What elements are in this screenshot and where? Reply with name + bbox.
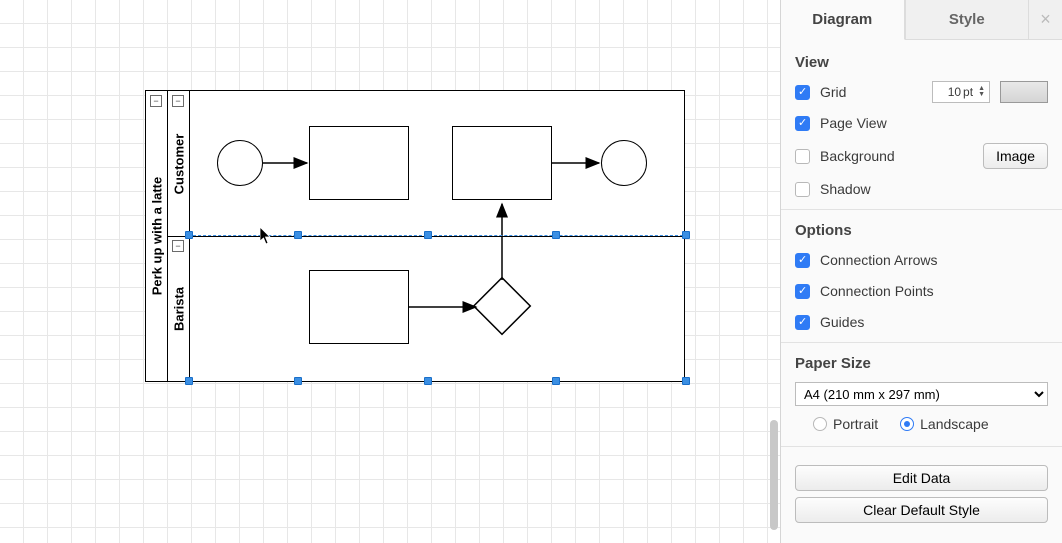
background-image-button[interactable]: Image: [983, 143, 1048, 169]
resize-handle[interactable]: [185, 377, 193, 385]
pageview-label: Page View: [820, 115, 1048, 131]
grid-label: Grid: [820, 84, 922, 100]
grid-color-swatch[interactable]: [1000, 81, 1048, 103]
tab-diagram[interactable]: Diagram: [781, 0, 905, 40]
grid-size-stepper[interactable]: ▲▼: [978, 86, 985, 98]
bpmn-pool[interactable]: − Perk up with a latte − Customer − Bari…: [145, 90, 685, 382]
end-event[interactable]: [601, 140, 647, 186]
task-3[interactable]: [309, 270, 409, 344]
background-checkbox[interactable]: [795, 149, 810, 164]
grid-checkbox[interactable]: [795, 85, 810, 100]
sidebar-tabs: Diagram Style ×: [781, 0, 1062, 40]
resize-handle[interactable]: [552, 377, 560, 385]
section-heading-papersize: Paper Size: [795, 355, 1048, 372]
guides-checkbox[interactable]: [795, 315, 810, 330]
pageview-checkbox[interactable]: [795, 116, 810, 131]
landscape-label: Landscape: [920, 416, 989, 432]
pool-collapse-toggle[interactable]: −: [150, 95, 162, 107]
background-label: Background: [820, 148, 973, 164]
pool-title-column[interactable]: − Perk up with a latte: [146, 91, 168, 381]
grid-size-input[interactable]: 10 pt ▲▼: [932, 81, 990, 103]
lane-barista[interactable]: − Barista: [168, 236, 684, 381]
section-divider: [781, 209, 1062, 210]
pool-title: Perk up with a latte: [149, 177, 164, 295]
resize-handle[interactable]: [424, 231, 432, 239]
lane-title-barista: Barista: [171, 286, 186, 330]
resize-handle[interactable]: [294, 377, 302, 385]
selection-outline: [188, 235, 688, 236]
paper-size-select[interactable]: A4 (210 mm x 297 mm): [795, 382, 1048, 406]
guides-label: Guides: [820, 314, 1048, 330]
lane-collapse-toggle[interactable]: −: [172, 240, 184, 252]
resize-handle[interactable]: [682, 231, 690, 239]
edit-data-button[interactable]: Edit Data: [795, 465, 1048, 491]
vertical-scrollbar[interactable]: [770, 420, 778, 530]
resize-handle[interactable]: [682, 377, 690, 385]
section-heading-view: View: [795, 54, 1048, 71]
section-heading-options: Options: [795, 222, 1048, 239]
resize-handle[interactable]: [552, 231, 560, 239]
portrait-radio[interactable]: [813, 417, 827, 431]
gateway-diamond[interactable]: [474, 278, 530, 334]
connection-arrows-checkbox[interactable]: [795, 253, 810, 268]
resize-handle[interactable]: [185, 231, 193, 239]
shadow-checkbox[interactable]: [795, 182, 810, 197]
landscape-radio[interactable]: [900, 417, 914, 431]
resize-handle[interactable]: [294, 231, 302, 239]
lane-title-customer: Customer: [171, 133, 186, 194]
tab-style[interactable]: Style: [905, 0, 1029, 39]
task-2[interactable]: [452, 126, 552, 200]
task-1[interactable]: [309, 126, 409, 200]
section-divider: [781, 446, 1062, 447]
lane-collapse-toggle[interactable]: −: [172, 95, 184, 107]
connection-points-label: Connection Points: [820, 283, 1048, 299]
close-icon[interactable]: ×: [1028, 0, 1062, 39]
format-sidebar: Diagram Style × View Grid 10 pt ▲▼ Page …: [780, 0, 1062, 543]
start-event[interactable]: [217, 140, 263, 186]
portrait-label: Portrait: [833, 416, 878, 432]
connection-arrows-label: Connection Arrows: [820, 252, 1048, 268]
resize-handle[interactable]: [424, 377, 432, 385]
shadow-label: Shadow: [820, 181, 1048, 197]
connection-points-checkbox[interactable]: [795, 284, 810, 299]
canvas-area[interactable]: − Perk up with a latte − Customer − Bari…: [0, 0, 780, 543]
clear-default-style-button[interactable]: Clear Default Style: [795, 497, 1048, 523]
section-divider: [781, 342, 1062, 343]
